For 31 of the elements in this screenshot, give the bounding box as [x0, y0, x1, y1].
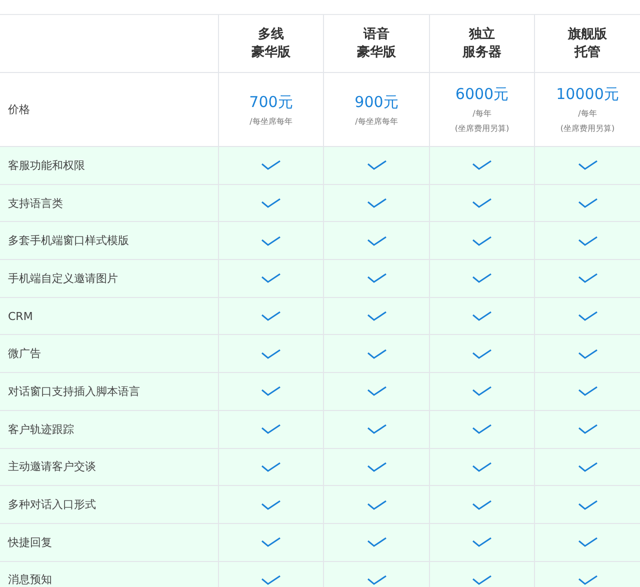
- price: 900元: [354, 92, 398, 112]
- plan-name: 服务器: [462, 44, 502, 62]
- plan-name: 多线: [258, 26, 284, 44]
- price-note: (坐席费用另算): [454, 123, 510, 134]
- plan-name: 旗舰版: [568, 26, 607, 44]
- row-label: 客服功能和权限: [8, 158, 85, 173]
- price: 10000元: [556, 85, 619, 104]
- plan-name: 托管: [574, 44, 600, 62]
- row-label: 主动邀请客户交谈: [8, 459, 96, 474]
- row-label: 多种对话入口形式: [8, 497, 96, 512]
- price-note: (坐席费用另算): [560, 123, 615, 134]
- price-note: /每坐席每年: [355, 116, 398, 126]
- row-label: CRM: [8, 310, 33, 323]
- row-label: 多套手机端窗口样式模版: [8, 233, 129, 248]
- plan-name: 豪华版: [357, 44, 396, 62]
- row-label: 手机端自定义邀请图片: [8, 270, 118, 286]
- row-label: 微广告: [8, 346, 41, 362]
- row-label: 支持语言类: [8, 196, 63, 211]
- row-label: 消息预知: [8, 572, 52, 587]
- price-note: /每年: [578, 108, 597, 119]
- price-note: /每年: [472, 108, 492, 119]
- price-note: /每坐席每年: [250, 116, 292, 126]
- plan-name: 独立: [469, 26, 495, 44]
- plan-name: 语音: [364, 26, 390, 44]
- row-label: 对话窗口支持插入脚本语言: [8, 384, 140, 399]
- row-label: 价格: [8, 102, 30, 117]
- row-label: 快捷回复: [8, 534, 52, 550]
- row-label: 客户轨迹跟踪: [8, 422, 74, 437]
- price: 700元: [249, 92, 293, 112]
- plan-name: 豪华版: [252, 44, 290, 62]
- price: 6000元: [455, 85, 509, 104]
